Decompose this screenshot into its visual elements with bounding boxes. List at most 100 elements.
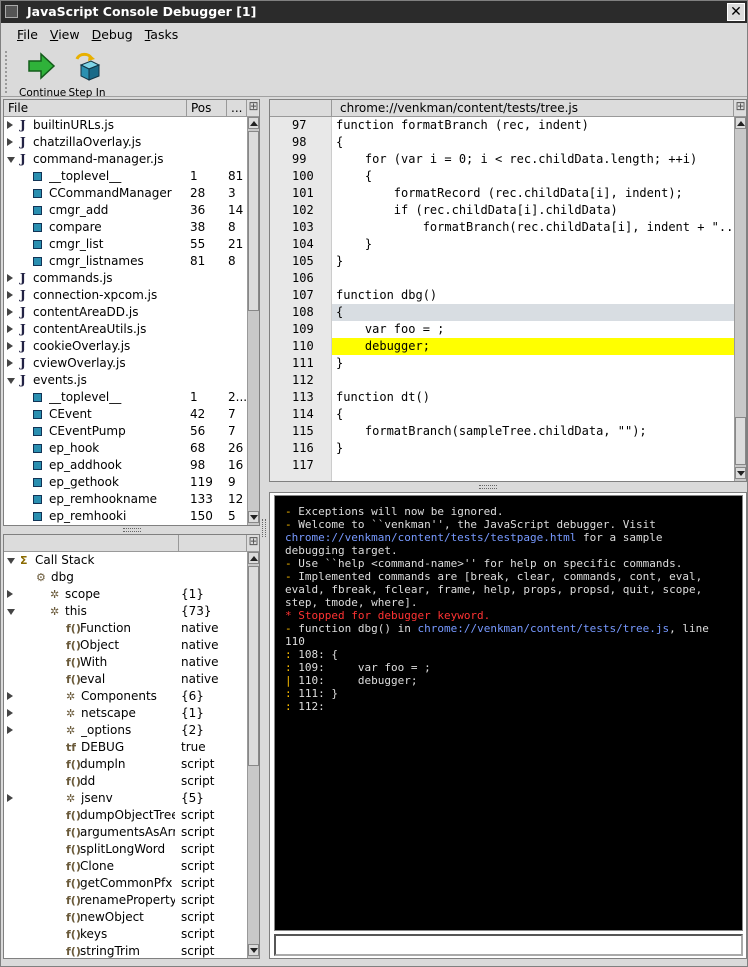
menu-tasks[interactable]: Tasks [139, 25, 185, 42]
source-line[interactable]: 99 for (var i = 0; i < rec.childData.len… [270, 151, 734, 168]
scripts-scrollbar[interactable] [247, 117, 259, 525]
script-file-row[interactable]: Jevents.js [4, 372, 247, 389]
step-in-button[interactable]: Step In [67, 51, 107, 99]
source-line[interactable]: 112 [270, 372, 734, 389]
source-line[interactable]: 106 [270, 270, 734, 287]
line-number[interactable]: 107 [292, 287, 314, 304]
line-number[interactable]: 108 [292, 304, 314, 321]
twisty-closed-icon[interactable] [7, 359, 13, 367]
source-tab-url[interactable]: chrome://venkman/content/tests/tree.js [332, 100, 734, 117]
function-row[interactable]: __toplevel__ 1 2... [4, 389, 247, 406]
source-line[interactable]: 114 { [270, 406, 734, 423]
stack-scroll-up-icon[interactable] [248, 552, 259, 564]
script-file-row[interactable]: JcontentAreaDD.js [4, 304, 247, 321]
function-row[interactable]: compare 38 8 [4, 219, 247, 236]
left-splitter[interactable] [3, 526, 260, 534]
stack-row[interactable]: f() Object native [4, 637, 247, 654]
scripts-col-file[interactable]: File [4, 100, 187, 117]
function-row[interactable]: CEvent 42 7 [4, 406, 247, 423]
twisty-open-icon[interactable] [7, 378, 15, 384]
line-number[interactable]: 106 [292, 270, 314, 287]
line-number[interactable]: 111 [292, 355, 314, 372]
menu-view[interactable]: View [44, 25, 86, 42]
column-picker-icon[interactable]: ⊞ [247, 100, 259, 117]
stack-row[interactable]: ✲ scope {1} [4, 586, 247, 603]
twisty-closed-icon[interactable] [7, 325, 13, 333]
source-line[interactable]: 110 debugger; [292, 338, 734, 355]
stack-row[interactable]: ✲ Components {6} [4, 688, 247, 705]
function-row[interactable]: cmgr_add 36 14 [4, 202, 247, 219]
scroll-up-icon[interactable] [248, 117, 259, 129]
source-line[interactable]: 115 formatBranch(sampleTree.childData, "… [270, 423, 734, 440]
source-scrollbar[interactable] [734, 117, 746, 481]
stack-row[interactable]: tf DEBUG true [4, 739, 247, 756]
line-number[interactable]: 114 [292, 406, 314, 423]
line-number[interactable]: 113 [292, 389, 314, 406]
twisty-closed-icon[interactable] [7, 726, 13, 734]
stack-row[interactable]: ⚙ dbg [4, 569, 247, 586]
script-file-row[interactable]: Jcommand-manager.js [4, 151, 247, 168]
line-number[interactable]: 115 [292, 423, 314, 440]
line-number[interactable]: 102 [292, 202, 314, 219]
source-line[interactable]: 103 formatBranch(rec.childData[i], inden… [270, 219, 741, 236]
twisty-open-icon[interactable] [7, 157, 15, 163]
function-row[interactable]: ep_gethook 119 9 [4, 474, 247, 491]
source-line[interactable]: 108 { [292, 304, 734, 321]
stack-row[interactable]: f() Clone script [4, 858, 247, 875]
window-menu-icon[interactable] [5, 5, 18, 18]
console-link[interactable]: chrome://venkman/content/tests/tree.js [417, 622, 669, 635]
function-row[interactable]: ep_remhooki 150 5 [4, 508, 247, 525]
twisty-closed-icon[interactable] [7, 342, 13, 350]
stack-row[interactable]: f()argumentsAsArr... script [4, 824, 247, 841]
function-row[interactable]: cmgr_list 55 21 [4, 236, 247, 253]
function-row[interactable]: CEventPump 56 7 [4, 423, 247, 440]
stack-row[interactable]: f() eval native [4, 671, 247, 688]
line-number[interactable]: 103 [292, 219, 314, 236]
function-row[interactable]: cmgr_listnames 81 8 [4, 253, 247, 270]
scripts-col-more[interactable]: ... [227, 100, 247, 117]
function-row[interactable]: ep_remhookname 133 12 [4, 491, 247, 508]
stack-column-picker-icon[interactable]: ⊞ [247, 535, 259, 552]
function-row[interactable]: __toplevel__ 1 81 [4, 168, 247, 185]
source-line[interactable]: 105} [270, 253, 734, 270]
twisty-open-icon[interactable] [7, 609, 15, 615]
stack-col-value[interactable] [179, 535, 247, 552]
stack-row[interactable]: f() newObject script [4, 909, 247, 926]
menu-file[interactable]: File [11, 25, 44, 42]
line-number[interactable]: 101 [292, 185, 314, 202]
script-file-row[interactable]: JcviewOverlay.js [4, 355, 247, 372]
right-splitter[interactable] [269, 482, 747, 492]
line-number[interactable]: 98 [292, 134, 306, 151]
twisty-closed-icon[interactable] [7, 308, 13, 316]
line-number[interactable]: 117 [292, 457, 314, 474]
script-file-row[interactable]: JcookieOverlay.js [4, 338, 247, 355]
twisty-closed-icon[interactable] [7, 590, 13, 598]
stack-row[interactable]: f() renameProperty script [4, 892, 247, 909]
stack-row[interactable]: ✲ jsenv {5} [4, 790, 247, 807]
scroll-thumb[interactable] [248, 131, 259, 311]
stack-row[interactable]: ✲ _options {2} [4, 722, 247, 739]
stack-row[interactable]: f() getCommonPfx script [4, 875, 247, 892]
script-file-row[interactable]: JchatzillaOverlay.js [4, 134, 247, 151]
source-line[interactable]: 102 if (rec.childData[i].childData) [270, 202, 734, 219]
close-button[interactable]: ✕ [727, 3, 745, 21]
line-number[interactable]: 104 [292, 236, 314, 253]
stack-row[interactable]: ✲ this {73} [4, 603, 247, 620]
twisty-closed-icon[interactable] [7, 291, 13, 299]
stack-row[interactable]: f() keys script [4, 926, 247, 943]
twisty-closed-icon[interactable] [7, 121, 13, 129]
script-file-row[interactable]: JbuiltinURLs.js [4, 117, 247, 134]
source-column-picker-icon[interactable]: ⊞ [734, 100, 746, 117]
line-number[interactable]: 116 [292, 440, 314, 457]
stack-row[interactable]: f() With native [4, 654, 247, 671]
source-line[interactable]: 104 } [270, 236, 734, 253]
console-link[interactable]: chrome://venkman/content/tests/testpage.… [285, 531, 576, 544]
source-line[interactable]: 111} [270, 355, 734, 372]
line-number[interactable]: 97 [292, 117, 306, 134]
source-line[interactable]: 97 function formatBranch (rec, indent) [270, 117, 734, 134]
source-line[interactable]: 116} [270, 440, 734, 457]
stack-row[interactable]: f() stringTrim script [4, 943, 247, 958]
function-row[interactable]: CCommandManager 28 3 [4, 185, 247, 202]
line-number[interactable]: 100 [292, 168, 314, 185]
stack-row[interactable]: ✲ netscape {1} [4, 705, 247, 722]
